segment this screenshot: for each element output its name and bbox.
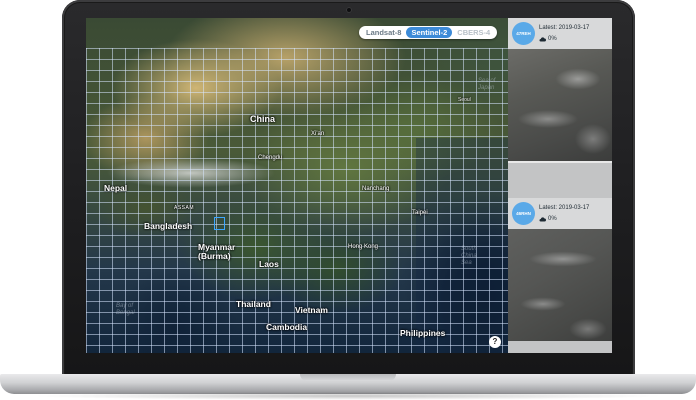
satellite-toggle: Landsat-8 Sentinel-2 CBERS-4 (359, 26, 498, 39)
cloud-cover-value: 0% (548, 36, 557, 42)
label-bangladesh: Bangladesh (144, 221, 193, 231)
scene-card[interactable]: 46RHN Latest: 2019-03-17 0% (508, 198, 612, 341)
cloud-cover: 0% (539, 216, 557, 222)
satellite-map[interactable]: China Nepal ASSAM Bangladesh Myanmar (Bu… (86, 18, 516, 353)
toggle-landsat-8[interactable]: Landsat-8 (361, 27, 406, 39)
toggle-sentinel-2[interactable]: Sentinel-2 (406, 26, 453, 39)
label-laos: Laos (259, 259, 279, 269)
laptop-notch (300, 374, 396, 381)
tile-badge: 47REH (512, 22, 535, 45)
cloud-cover: 0% (539, 36, 557, 42)
tile-badge: 46RHN (512, 202, 535, 225)
label-sea-of-japan: Sea of Japan (478, 78, 496, 92)
label-nepal: Nepal (104, 183, 128, 193)
label-philippines: Philippines (400, 328, 446, 338)
webcam-icon (346, 7, 352, 13)
toggle-cbers-4[interactable]: CBERS-4 (452, 27, 495, 39)
cloud-icon (539, 216, 546, 221)
label-thailand: Thailand (236, 299, 271, 309)
scene-thumbnail[interactable] (508, 49, 612, 161)
label-nanchang: Nanchang (362, 186, 390, 192)
scene-card[interactable]: 47REH Latest: 2019-03-17 0% (508, 18, 612, 161)
label-assam: ASSAM (174, 205, 195, 211)
label-china: China (250, 114, 276, 124)
scene-thumbnail[interactable] (508, 229, 612, 341)
scene-date: Latest: 2019-03-17 (539, 25, 590, 31)
label-south-china-sea: South China Sea (461, 246, 477, 267)
app-screen: China Nepal ASSAM Bangladesh Myanmar (Bu… (86, 18, 612, 353)
label-myanmar: Myanmar (Burma) (198, 242, 236, 262)
label-cambodia: Cambodia (266, 322, 308, 332)
scene-card-header: 46RHN Latest: 2019-03-17 0% (508, 198, 612, 229)
label-hong-kong: Hong Kong (348, 244, 379, 250)
scene-card-header: 47REH Latest: 2019-03-17 0% (508, 18, 612, 49)
scene-date: Latest: 2019-03-17 (539, 205, 590, 211)
label-taipei: Taipei (412, 210, 428, 216)
label-vietnam: Vietnam (295, 305, 328, 315)
label-chengdu: Chengdu (258, 155, 283, 161)
cloud-icon (539, 36, 546, 41)
scene-sidebar: 47REH Latest: 2019-03-17 0% 46RHN Latest… (508, 18, 612, 353)
laptop-shadow (30, 392, 666, 400)
help-button[interactable]: ? (489, 336, 501, 348)
card-divider (508, 161, 612, 163)
label-xian: Xi'an (311, 131, 325, 137)
selected-tile[interactable] (214, 217, 225, 230)
label-seoul: Seoul (458, 97, 471, 103)
label-bay-of-bengal: Bay of Bengal (116, 303, 135, 317)
cloud-cover-value: 0% (548, 216, 557, 222)
